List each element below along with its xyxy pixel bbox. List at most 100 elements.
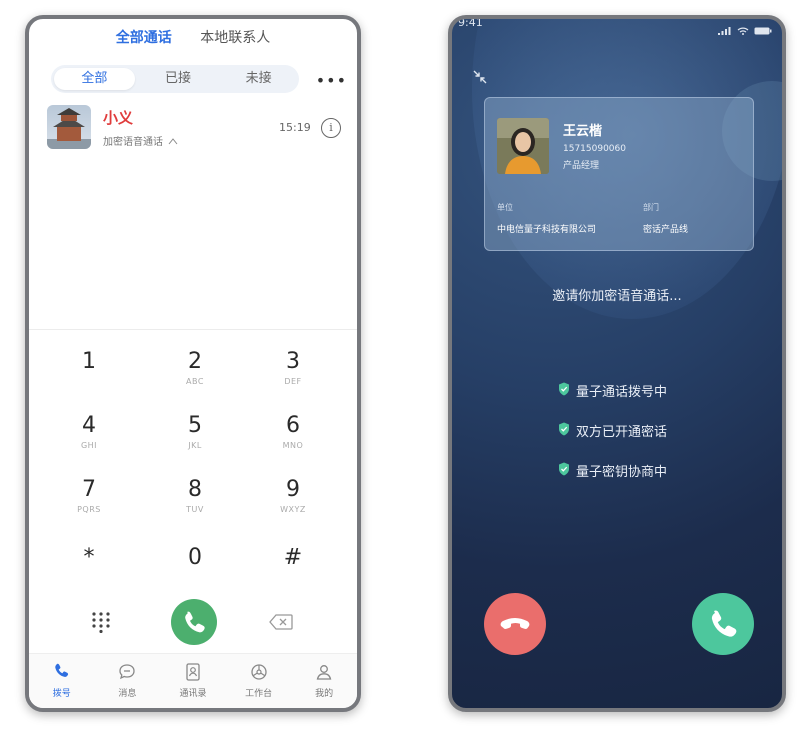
step-text: 量子通话拨号中 — [576, 385, 668, 400]
hang-up-icon — [500, 618, 530, 629]
company-label: 单位 — [497, 203, 513, 212]
key-2[interactable]: 2 ABC — [155, 349, 235, 405]
key-digit: 2 — [188, 349, 202, 374]
keypad-toggle-icon[interactable] — [91, 611, 111, 633]
company-value: 中电信量子科技有限公司 — [497, 225, 597, 235]
key-6[interactable]: 6 MNO — [253, 413, 333, 469]
key-8[interactable]: 8 TUV — [155, 477, 235, 533]
key-3[interactable]: 3 DEF — [253, 349, 333, 405]
contact-name: 小义 — [103, 109, 134, 127]
key-letters: DEF — [284, 377, 302, 386]
hang-up-button[interactable] — [484, 593, 546, 655]
nav-label: 通讯录 — [179, 689, 207, 699]
filter-missed[interactable]: 未接 — [218, 65, 299, 93]
nav-messages[interactable]: 消息 — [95, 654, 161, 708]
incoming-call-phone: 9:41 王云楷 15715090060 产品经理 单位 中电信量子科技有限公司… — [448, 15, 786, 712]
call-time: 15:19 — [279, 121, 311, 134]
nav-workspace[interactable]: 工作台 — [226, 654, 292, 708]
caller-title: 产品经理 — [563, 161, 600, 171]
key-digit: 1 — [82, 349, 96, 374]
nav-dial[interactable]: 拨号 — [29, 654, 95, 708]
nav-contacts[interactable]: 通讯录 — [160, 654, 226, 708]
key-digit: 6 — [286, 413, 300, 438]
key-letters: JKL — [188, 441, 202, 450]
workspace-icon — [250, 664, 267, 680]
key-digit: # — [283, 545, 303, 570]
phone-icon — [711, 610, 737, 637]
bottom-navigation: 拨号 消息 通讯录 工作台 我的 — [29, 653, 357, 708]
step-text: 量子密钥协商中 — [576, 465, 668, 480]
step-item: 量子通话拨号中 — [558, 381, 667, 421]
nav-me[interactable]: 我的 — [291, 654, 357, 708]
invite-text: 邀请你加密语音通话... — [552, 289, 682, 304]
wifi-icon — [737, 27, 749, 35]
filter-answered[interactable]: 已接 — [138, 65, 219, 93]
call-button[interactable] — [171, 599, 217, 645]
minimize-icon[interactable] — [472, 69, 488, 85]
answer-button[interactable] — [692, 593, 754, 655]
phone-icon — [55, 663, 68, 677]
contacts-icon — [186, 663, 200, 681]
key-digit: 4 — [82, 413, 96, 438]
shield-check-icon — [559, 422, 569, 436]
call-type-tabs: 全部通话 本地联系人 — [29, 27, 357, 47]
step-item: 双方已开通密话 — [558, 421, 667, 461]
encryption-steps: 量子通话拨号中 双方已开通密话 量子密钥协商中 — [558, 381, 667, 501]
caller-name: 王云楷 — [563, 124, 603, 139]
shield-check-icon — [559, 382, 569, 396]
nav-label: 我的 — [315, 689, 334, 699]
call-log-row[interactable]: 小义 加密语音通话 15:19 i — [47, 105, 349, 151]
filter-segmented-control: 全部 已接 未接 — [51, 65, 299, 93]
key-star[interactable]: * — [49, 545, 129, 601]
chat-bubble-icon — [119, 664, 136, 680]
tab-all-calls[interactable]: 全部通话 — [116, 27, 172, 47]
more-options-button[interactable]: ••• — [316, 71, 347, 90]
user-icon — [316, 665, 332, 680]
nav-label: 拨号 — [52, 689, 71, 699]
department-label: 部门 — [643, 203, 659, 212]
dial-action-bar — [29, 599, 357, 649]
call-type-text: 加密语音通话 — [103, 137, 163, 148]
key-5[interactable]: 5 JKL — [155, 413, 235, 469]
battery-icon — [754, 27, 772, 35]
key-hash[interactable]: # — [253, 545, 333, 601]
contact-avatar — [47, 105, 91, 149]
shield-check-icon — [559, 462, 569, 476]
outgoing-call-icon — [168, 138, 178, 145]
phone-icon — [185, 611, 205, 633]
step-item: 量子密钥协商中 — [558, 461, 667, 501]
tab-local-contacts[interactable]: 本地联系人 — [200, 27, 270, 47]
filter-all[interactable]: 全部 — [54, 68, 135, 90]
info-icon[interactable]: i — [321, 118, 341, 138]
status-bar-time: 9:41 — [458, 16, 483, 29]
key-letters: WXYZ — [280, 505, 306, 514]
key-digit: 5 — [188, 413, 202, 438]
caller-photo — [497, 118, 549, 174]
dialer-phone: 全部通话 本地联系人 全部 已接 未接 ••• 小义 加密语音通话 15:19 … — [25, 15, 361, 712]
key-digit: 3 — [286, 349, 300, 374]
signal-icon — [717, 27, 731, 35]
nav-label: 消息 — [118, 689, 137, 699]
key-9[interactable]: 9 WXYZ — [253, 477, 333, 533]
key-0[interactable]: 0 — [155, 545, 235, 601]
key-1[interactable]: 1 — [49, 349, 129, 405]
backspace-icon[interactable] — [269, 614, 293, 630]
nav-label: 工作台 — [245, 689, 273, 699]
key-letters: PQRS — [77, 505, 101, 514]
caller-card: 王云楷 15715090060 产品经理 单位 中电信量子科技有限公司 部门 密… — [484, 97, 754, 251]
key-4[interactable]: 4 GHI — [49, 413, 129, 469]
key-digit: 0 — [188, 545, 202, 570]
key-letters: GHI — [80, 441, 98, 450]
key-digit: 9 — [286, 477, 300, 502]
keypad-divider — [29, 329, 357, 330]
key-letters: TUV — [186, 505, 204, 514]
key-letters: ABC — [186, 377, 204, 386]
key-digit: 7 — [82, 477, 96, 502]
key-7[interactable]: 7 PQRS — [49, 477, 129, 533]
call-type-label: 加密语音通话 — [103, 133, 178, 148]
caller-phone: 15715090060 — [563, 144, 626, 154]
key-letters: MNO — [282, 441, 304, 450]
key-digit: * — [83, 545, 95, 570]
department-value: 密话产品线 — [643, 225, 689, 235]
status-bar-icons — [717, 20, 772, 39]
